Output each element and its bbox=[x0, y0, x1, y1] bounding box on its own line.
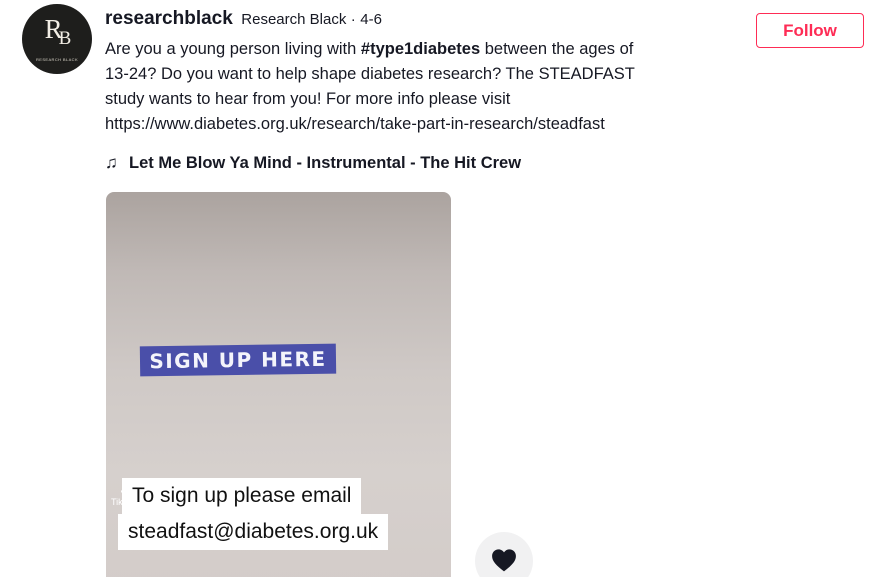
avatar-subtitle: RESEARCH BLACK bbox=[35, 57, 79, 62]
author-username[interactable]: researchblack bbox=[105, 8, 233, 29]
music-title: Let Me Blow Ya Mind - Instrumental - The… bbox=[129, 154, 522, 172]
avatar-monogram: RB bbox=[44, 14, 72, 49]
signup-banner-text: SIGN UP HERE bbox=[149, 346, 327, 374]
music-link[interactable]: ♫ Let Me Blow Ya Mind - Instrumental - T… bbox=[105, 151, 521, 175]
follow-button[interactable]: Follow bbox=[756, 13, 864, 48]
author-avatar[interactable]: RB RESEARCH BLACK bbox=[22, 4, 92, 74]
video-overlay-line-1: To sign up please email bbox=[122, 478, 362, 514]
heart-icon bbox=[492, 549, 516, 572]
video-overlay-line-2: steadfast@diabetes.org.uk bbox=[118, 514, 389, 550]
post-caption: Are you a young person living with #type… bbox=[105, 37, 735, 137]
music-note-icon: ♫ bbox=[105, 153, 118, 172]
caption-line-1: Are you a young person living with #type… bbox=[105, 40, 634, 58]
caption-line-4: https://www.diabetes.org.uk/research/tak… bbox=[105, 115, 605, 133]
video-player[interactable]: SIGN UP HERE ♪ TikTok To sign up please … bbox=[106, 192, 451, 577]
author-nickname[interactable]: Research Black bbox=[241, 11, 346, 28]
caption-line-2: 13-24? Do you want to help shape diabete… bbox=[105, 65, 635, 83]
post-date: 4-6 bbox=[360, 11, 382, 28]
signup-banner: SIGN UP HERE bbox=[139, 343, 337, 377]
like-button[interactable] bbox=[475, 532, 533, 577]
hashtag-link[interactable]: #type1diabetes bbox=[361, 40, 480, 58]
header-separator: · bbox=[350, 11, 356, 28]
caption-line-3: study wants to hear from you! For more i… bbox=[105, 90, 511, 108]
post-header: researchblack Research Black · 4-6 bbox=[105, 6, 382, 33]
